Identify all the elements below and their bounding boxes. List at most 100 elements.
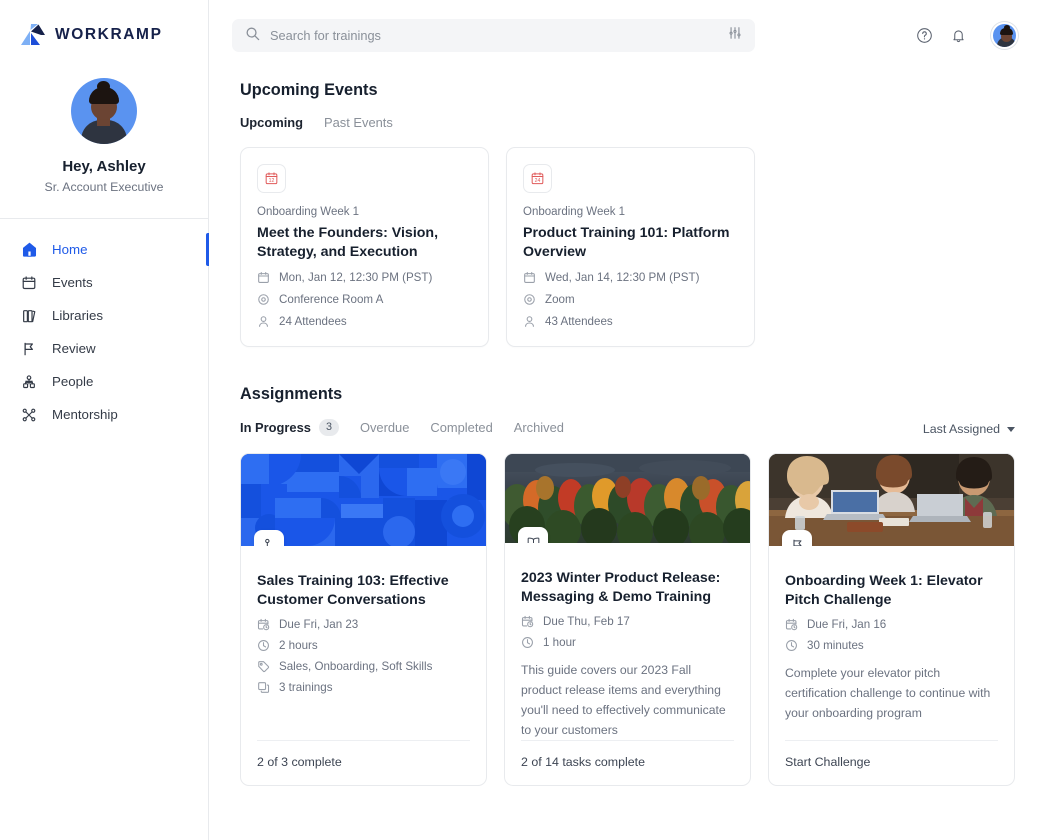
brand-logo[interactable]: WORKRAMP (0, 0, 208, 46)
events-tabs: Upcoming Past Events (240, 115, 1015, 130)
assignments-tabs: In Progress 3 Overdue Completed Archived (240, 419, 564, 436)
assignment-footer[interactable]: 2 of 3 complete (257, 740, 470, 785)
location-pin-icon (257, 293, 270, 306)
assignment-trainings: 3 trainings (279, 681, 333, 694)
layers-icon (257, 681, 270, 694)
sidebar-item-label: Libraries (52, 308, 103, 323)
sidebar-item-people[interactable]: People (0, 365, 208, 398)
search-input[interactable] (270, 28, 718, 43)
calendar-date-icon: 24 (523, 164, 552, 193)
event-attendees: 43 Attendees (545, 315, 613, 328)
profile-block: Hey, Ashley Sr. Account Executive (0, 46, 208, 194)
event-location-row: Conference Room A (257, 293, 472, 306)
tab-label: Archived (514, 420, 564, 435)
assignment-tags-row: Sales, Onboarding, Soft Skills (257, 660, 470, 673)
assignment-due: Due Fri, Jan 16 (807, 618, 886, 631)
tab-past-events[interactable]: Past Events (324, 115, 393, 130)
tab-label: In Progress (240, 420, 311, 435)
sidebar-item-home[interactable]: Home (0, 233, 208, 266)
search-bar[interactable] (232, 19, 755, 52)
event-title: Product Training 101: Platform Overview (523, 224, 738, 262)
mentorship-network-icon (20, 406, 38, 424)
event-category: Onboarding Week 1 (257, 206, 472, 218)
help-circle-icon[interactable] (913, 25, 935, 47)
tag-icon (257, 660, 270, 673)
assignment-footer[interactable]: 2 of 14 tasks complete (521, 740, 734, 785)
assignment-duration-row: 2 hours (257, 639, 470, 652)
sidebar-item-events[interactable]: Events (0, 266, 208, 299)
sidebar-item-label: Review (52, 341, 96, 356)
event-date: Wed, Jan 14, 12:30 PM (PST) (545, 271, 699, 284)
tab-upcoming[interactable]: Upcoming (240, 115, 303, 130)
svg-text:24: 24 (535, 178, 541, 184)
assignment-footer[interactable]: Start Challenge (785, 740, 998, 785)
books-icon (20, 307, 38, 325)
assignment-due: Due Fri, Jan 23 (279, 618, 358, 631)
assignment-trainings-row: 3 trainings (257, 681, 470, 694)
topbar (209, 0, 1040, 71)
person-icon (523, 315, 536, 328)
assignment-card[interactable]: Sales Training 103: Effective Customer C… (240, 453, 487, 786)
assignment-body: Onboarding Week 1: Elevator Pitch Challe… (769, 546, 1014, 740)
assignments-title: Assignments (240, 385, 1015, 404)
assignment-banner-pattern (241, 454, 486, 546)
flag-icon (20, 340, 38, 358)
page-content: Upcoming Events Upcoming Past Events 12 (209, 71, 1040, 786)
clock-icon (521, 636, 534, 649)
calendar-icon (523, 271, 536, 284)
bell-icon[interactable] (947, 25, 969, 47)
event-location-row: Zoom (523, 293, 738, 306)
clock-icon (257, 639, 270, 652)
sidebar: WORKRAMP Hey, Ashley Sr. Account Executi… (0, 0, 209, 840)
tab-label: Overdue (360, 420, 409, 435)
active-indicator (206, 233, 209, 266)
sidebar-item-mentorship[interactable]: Mentorship (0, 398, 208, 431)
event-attendees-row: 43 Attendees (523, 315, 738, 328)
sidebar-item-review[interactable]: Review (0, 332, 208, 365)
assignment-title: Onboarding Week 1: Elevator Pitch Challe… (785, 572, 998, 610)
assignment-description: This guide covers our 2023 Fall product … (521, 660, 734, 740)
event-date-row: Wed, Jan 14, 12:30 PM (PST) (523, 271, 738, 284)
assignment-tags: Sales, Onboarding, Soft Skills (279, 660, 432, 673)
calendar-icon (20, 274, 38, 292)
event-location: Zoom (545, 293, 575, 306)
assignment-body: Sales Training 103: Effective Customer C… (241, 546, 486, 740)
tab-label: Past Events (324, 115, 393, 130)
filter-sliders-icon[interactable] (728, 26, 742, 45)
tab-completed[interactable]: Completed (430, 420, 492, 435)
assignment-title: 2023 Winter Product Release: Messaging &… (521, 569, 734, 607)
flag-icon (782, 530, 812, 546)
tab-overdue[interactable]: Overdue (360, 420, 409, 435)
person-icon (257, 315, 270, 328)
sort-dropdown[interactable]: Last Assigned (923, 422, 1015, 436)
assignments-grid: Sales Training 103: Effective Customer C… (240, 453, 1015, 786)
main-area: Upcoming Events Upcoming Past Events 12 (209, 0, 1040, 840)
event-card[interactable]: 24 Onboarding Week 1 Product Training 10… (506, 147, 755, 347)
calendar-clock-icon (521, 615, 534, 628)
profile-greeting: Hey, Ashley (0, 158, 208, 175)
assignment-duration: 1 hour (543, 636, 576, 649)
page-title: Upcoming Events (240, 81, 1015, 100)
assignment-duration-row: 1 hour (521, 636, 734, 649)
assignment-due-row: Due Fri, Jan 23 (257, 618, 470, 631)
user-avatar-small[interactable] (991, 22, 1018, 49)
assignment-card[interactable]: 2023 Winter Product Release: Messaging &… (504, 453, 751, 786)
tab-archived[interactable]: Archived (514, 420, 564, 435)
chevron-down-icon (1007, 427, 1015, 432)
workramp-logo-icon (20, 24, 46, 46)
assignment-card[interactable]: Onboarding Week 1: Elevator Pitch Challe… (768, 453, 1015, 786)
app-root: WORKRAMP Hey, Ashley Sr. Account Executi… (0, 0, 1040, 840)
assignment-title: Sales Training 103: Effective Customer C… (257, 572, 470, 610)
tab-in-progress[interactable]: In Progress 3 (240, 419, 339, 436)
assignment-description: Complete your elevator pitch certificati… (785, 663, 998, 723)
sidebar-item-libraries[interactable]: Libraries (0, 299, 208, 332)
event-card[interactable]: 12 Onboarding Week 1 Meet the Founders: … (240, 147, 489, 347)
sidebar-nav: Home Events Libraries Review (0, 219, 208, 431)
assignment-body: 2023 Winter Product Release: Messaging &… (505, 543, 750, 740)
assignment-duration-row: 30 minutes (785, 639, 998, 652)
status-badge: 3 (319, 419, 339, 436)
event-date: Mon, Jan 12, 12:30 PM (PST) (279, 271, 432, 284)
calendar-icon (257, 271, 270, 284)
events-grid: 12 Onboarding Week 1 Meet the Founders: … (240, 147, 1015, 347)
avatar (71, 78, 137, 144)
